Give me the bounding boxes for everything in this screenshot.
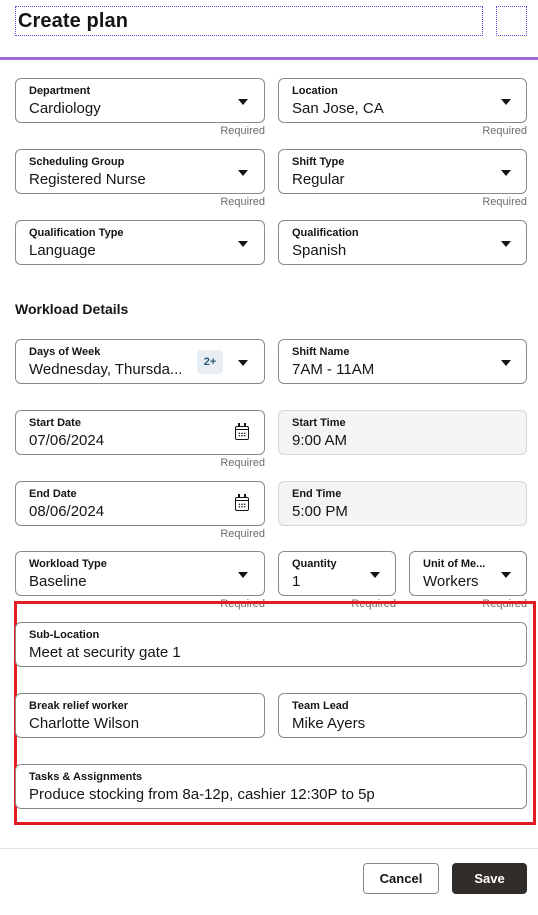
unit-of-measure-value: Workers [423, 573, 479, 590]
start-date-input[interactable]: Start Date 07/06/2024 [15, 410, 265, 455]
qualification-type-value: Language [29, 242, 96, 259]
workload-type-select[interactable]: Workload Type Baseline [15, 551, 265, 596]
chevron-down-icon [370, 572, 380, 578]
location-select[interactable]: Location San Jose, CA [278, 78, 527, 123]
quantity-select[interactable]: Quantity 1 [278, 551, 396, 596]
chevron-down-icon [501, 572, 511, 578]
team-lead-input[interactable]: Team Lead Mike Ayers [278, 693, 527, 738]
department-select[interactable]: Department Cardiology [15, 78, 265, 123]
quantity-label: Quantity [292, 558, 337, 570]
department-label: Department [29, 85, 91, 97]
shift-type-value: Regular [292, 171, 345, 188]
page-header: Create plan [0, 0, 538, 60]
start-date-label: Start Date [29, 417, 81, 429]
end-date-label: End Date [29, 488, 77, 500]
tasks-assignments-label: Tasks & Assignments [29, 771, 143, 783]
calendar-icon[interactable] [235, 494, 249, 511]
tasks-assignments-value: Produce stocking from 8a-12p, cashier 12… [29, 786, 375, 803]
scheduling-group-label: Scheduling Group [29, 156, 125, 168]
end-time-label: End Time [292, 488, 342, 500]
scheduling-group-required: Required [220, 196, 265, 208]
qualification-value: Spanish [292, 242, 347, 259]
save-button[interactable]: Save [452, 863, 527, 894]
quantity-value: 1 [292, 573, 301, 590]
end-time-value: 5:00 PM [292, 503, 348, 520]
workload-type-value: Baseline [29, 573, 87, 590]
scheduling-group-value: Registered Nurse [29, 171, 146, 188]
start-time-label: Start Time [292, 417, 346, 429]
shift-type-required: Required [482, 196, 527, 208]
chevron-down-icon [238, 241, 248, 247]
team-lead-label: Team Lead [292, 700, 349, 712]
unit-of-measure-select[interactable]: Unit of Me... Workers [409, 551, 527, 596]
department-value: Cardiology [29, 100, 101, 117]
header-action-slot[interactable] [496, 6, 527, 36]
shift-type-label: Shift Type [292, 156, 345, 168]
days-of-week-label: Days of Week [29, 346, 101, 358]
footer-divider [0, 848, 538, 849]
chevron-down-icon [501, 99, 511, 105]
calendar-icon[interactable] [235, 423, 249, 440]
tasks-assignments-input[interactable]: Tasks & Assignments Produce stocking fro… [15, 764, 527, 809]
department-required: Required [220, 125, 265, 137]
shift-type-select[interactable]: Shift Type Regular [278, 149, 527, 194]
qualification-select[interactable]: Qualification Spanish [278, 220, 527, 265]
sub-location-label: Sub-Location [29, 629, 100, 641]
sub-location-input[interactable]: Sub-Location Meet at security gate 1 [15, 622, 527, 667]
title-region: Create plan [15, 6, 483, 36]
shift-name-value: 7AM - 11AM [292, 361, 375, 378]
end-date-value: 08/06/2024 [29, 503, 105, 520]
chevron-down-icon [238, 360, 248, 366]
location-value: San Jose, CA [292, 100, 384, 117]
shift-name-label: Shift Name [292, 346, 350, 358]
location-required: Required [482, 125, 527, 137]
location-label: Location [292, 85, 338, 97]
qualification-type-label: Qualification Type [29, 227, 124, 239]
break-relief-worker-label: Break relief worker [29, 700, 129, 712]
unit-of-measure-label: Unit of Me... [423, 558, 486, 570]
days-of-week-select[interactable]: Days of Week Wednesday, Thursda... 2+ [15, 339, 265, 384]
cancel-button[interactable]: Cancel [363, 863, 439, 894]
end-date-input[interactable]: End Date 08/06/2024 [15, 481, 265, 526]
shift-name-select[interactable]: Shift Name 7AM - 11AM [278, 339, 527, 384]
workload-details-heading: Workload Details [15, 301, 129, 317]
team-lead-value: Mike Ayers [292, 715, 366, 732]
workload-type-label: Workload Type [29, 558, 107, 570]
break-relief-worker-input[interactable]: Break relief worker Charlotte Wilson [15, 693, 265, 738]
chevron-down-icon [501, 170, 511, 176]
days-of-week-value: Wednesday, Thursda... [29, 361, 183, 378]
end-time-field: End Time 5:00 PM [278, 481, 527, 526]
qualification-type-select[interactable]: Qualification Type Language [15, 220, 265, 265]
chevron-down-icon [238, 572, 248, 578]
start-date-required: Required [220, 457, 265, 469]
chevron-down-icon [501, 241, 511, 247]
chevron-down-icon [238, 99, 248, 105]
start-time-field: Start Time 9:00 AM [278, 410, 527, 455]
start-date-value: 07/06/2024 [29, 432, 105, 449]
more-days-badge: 2+ [197, 350, 223, 374]
chevron-down-icon [238, 170, 248, 176]
chevron-down-icon [501, 360, 511, 366]
scheduling-group-select[interactable]: Scheduling Group Registered Nurse [15, 149, 265, 194]
break-relief-worker-value: Charlotte Wilson [29, 715, 140, 732]
end-date-required: Required [220, 528, 265, 540]
start-time-value: 9:00 AM [292, 432, 348, 449]
sub-location-value: Meet at security gate 1 [29, 644, 181, 661]
qualification-label: Qualification [292, 227, 359, 239]
page-title: Create plan [18, 10, 129, 32]
